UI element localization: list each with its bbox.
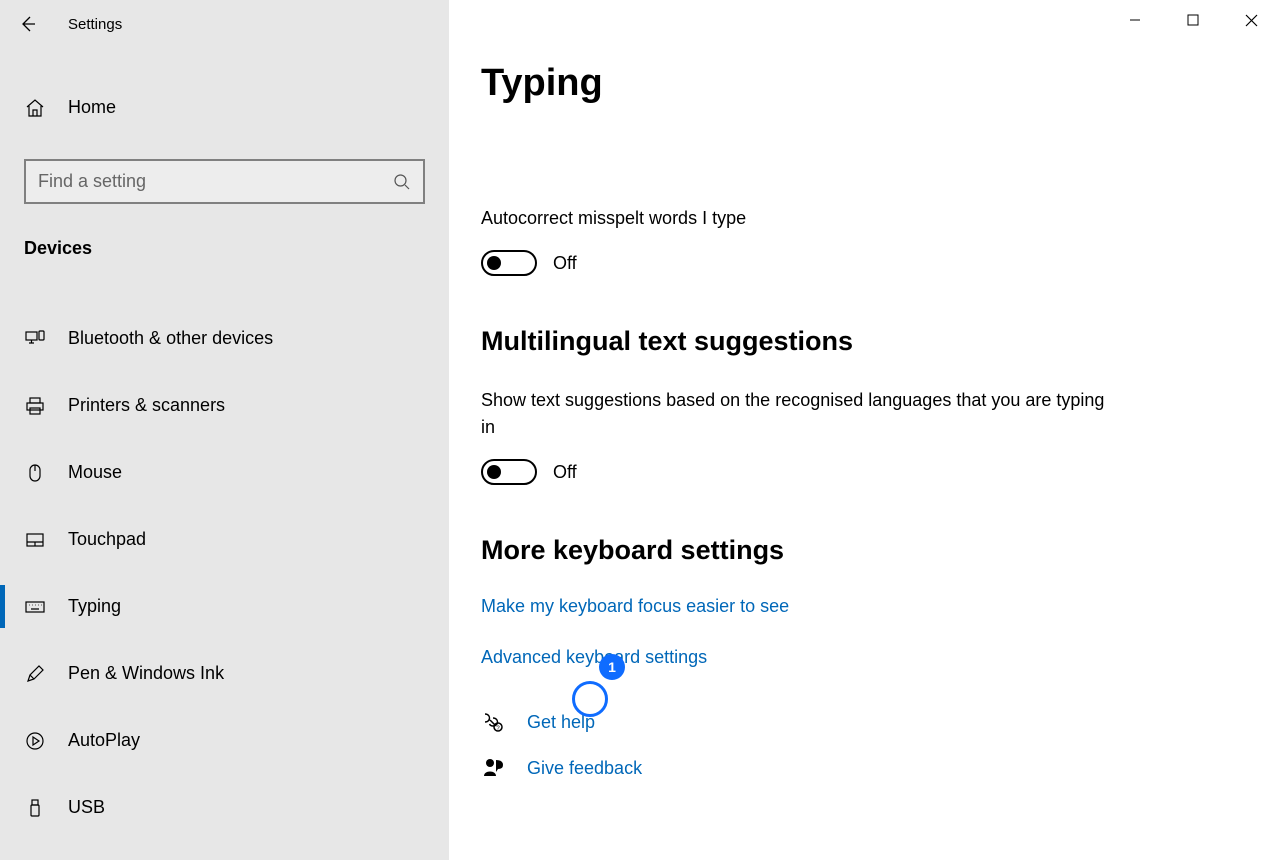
sidebar-item-home[interactable]: Home <box>0 74 449 141</box>
autocorrect-toggle[interactable] <box>481 250 537 276</box>
get-help-link[interactable]: Get help <box>527 712 595 733</box>
multilingual-toggle[interactable] <box>481 459 537 485</box>
pen-icon <box>24 663 46 685</box>
autocorrect-label: Autocorrect misspelt words I type <box>481 205 1121 232</box>
feedback-icon <box>481 756 505 780</box>
sidebar-item-label: AutoPlay <box>68 730 140 751</box>
mouse-icon <box>24 462 46 484</box>
sidebar-item-usb[interactable]: USB <box>0 774 449 841</box>
sidebar-item-touchpad[interactable]: Touchpad <box>0 506 449 573</box>
sidebar-item-label: Home <box>68 97 116 118</box>
back-button[interactable] <box>8 4 48 44</box>
help-icon: ? <box>481 710 505 734</box>
multilingual-header: Multilingual text suggestions <box>481 326 1230 357</box>
sidebar-item-label: Bluetooth & other devices <box>68 328 273 349</box>
sidebar-item-autoplay[interactable]: AutoPlay <box>0 707 449 774</box>
sidebar-item-label: Pen & Windows Ink <box>68 663 224 684</box>
sidebar-item-printers[interactable]: Printers & scanners <box>0 372 449 439</box>
sidebar-item-label: Touchpad <box>68 529 146 550</box>
maximize-button[interactable] <box>1164 0 1222 40</box>
window-title: Settings <box>68 16 122 33</box>
close-button[interactable] <box>1222 0 1280 40</box>
keyboard-icon <box>24 596 46 618</box>
link-keyboard-focus[interactable]: Make my keyboard focus easier to see <box>481 596 1230 617</box>
sidebar-item-pen[interactable]: Pen & Windows Ink <box>0 640 449 707</box>
arrow-left-icon <box>18 14 38 34</box>
sidebar-item-label: USB <box>68 797 105 818</box>
sidebar-item-label: Typing <box>68 596 121 617</box>
autocorrect-state: Off <box>553 253 577 274</box>
minimize-button[interactable] <box>1106 0 1164 40</box>
autoplay-icon <box>24 730 46 752</box>
sidebar-item-bluetooth[interactable]: Bluetooth & other devices <box>0 305 449 372</box>
sidebar-item-label: Printers & scanners <box>68 395 225 416</box>
sidebar-item-label: Mouse <box>68 462 122 483</box>
touchpad-icon <box>24 529 46 551</box>
home-icon <box>24 97 46 119</box>
more-settings-header: More keyboard settings <box>481 535 1230 566</box>
search-input-container[interactable] <box>24 159 425 204</box>
link-advanced-keyboard[interactable]: Advanced keyboard settings <box>481 647 1230 668</box>
minimize-icon <box>1129 14 1141 26</box>
search-icon <box>391 171 413 193</box>
devices-icon <box>24 328 46 350</box>
give-feedback-link[interactable]: Give feedback <box>527 758 642 779</box>
usb-icon <box>24 797 46 819</box>
printer-icon <box>24 395 46 417</box>
category-header: Devices <box>0 238 449 259</box>
search-input[interactable] <box>38 171 391 192</box>
page-title: Typing <box>481 62 1230 105</box>
multilingual-label: Show text suggestions based on the recog… <box>481 387 1121 441</box>
maximize-icon <box>1187 14 1199 26</box>
close-icon <box>1245 14 1258 27</box>
multilingual-state: Off <box>553 462 577 483</box>
sidebar-item-mouse[interactable]: Mouse <box>0 439 449 506</box>
sidebar-item-typing[interactable]: Typing <box>0 573 449 640</box>
